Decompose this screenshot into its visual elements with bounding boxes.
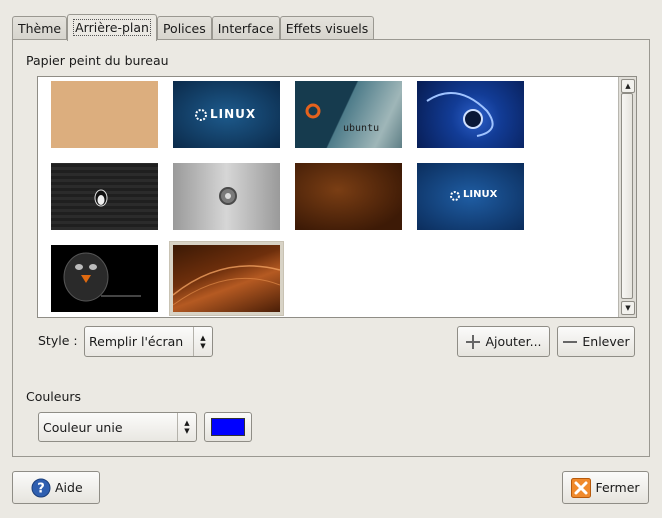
- help-button-label: Aide: [55, 480, 83, 495]
- dark-tux-icon: [63, 252, 141, 302]
- colors-section-label: Couleurs: [26, 389, 82, 404]
- color-picker-button[interactable]: [204, 412, 252, 442]
- swirl-lines-icon: [173, 265, 280, 306]
- style-combo-value: Remplir l'écran: [89, 334, 184, 349]
- tab-bar: Thème Arrière-plan Polices Interface Eff…: [12, 13, 375, 41]
- remove-wallpaper-button[interactable]: Enlever: [557, 326, 635, 357]
- tab-background[interactable]: Arrière-plan: [67, 14, 157, 41]
- style-label: Style :: [38, 333, 78, 348]
- remove-button-label: Enlever: [582, 334, 630, 349]
- tab-interface[interactable]: Interface: [211, 16, 280, 40]
- close-button-label: Fermer: [595, 480, 640, 495]
- add-wallpaper-button[interactable]: Ajouter...: [457, 326, 550, 357]
- tab-fonts[interactable]: Polices: [156, 16, 212, 40]
- abstract-swirl-icon: [426, 92, 494, 137]
- style-combo[interactable]: Remplir l'écran ▲ ▼: [84, 326, 213, 357]
- minus-icon: [563, 340, 578, 343]
- thumbnail-text: ubuntu: [343, 123, 380, 134]
- tab-label: Polices: [162, 21, 206, 36]
- help-icon: ?: [31, 478, 51, 497]
- plus-icon: [466, 334, 481, 349]
- ubuntu-logo-icon: [305, 103, 321, 119]
- tab-theme[interactable]: Thème: [12, 16, 68, 40]
- tab-visual-effects[interactable]: Effets visuels: [279, 16, 375, 40]
- tab-label: Interface: [217, 21, 274, 36]
- tab-label: Arrière-plan: [73, 19, 151, 36]
- wallpaper-thumbnail[interactable]: ubuntu: [295, 81, 402, 148]
- scrollbar-thumb[interactable]: [621, 93, 633, 299]
- metal-logo-icon: [219, 187, 237, 205]
- thumbnail-text: LINUX: [210, 107, 257, 121]
- close-button[interactable]: Fermer: [562, 471, 649, 504]
- svg-text:?: ?: [37, 481, 45, 496]
- wallpaper-scrollbar[interactable]: ▲ ▼: [618, 77, 636, 317]
- scroll-up-arrow-icon[interactable]: ▲: [621, 79, 635, 93]
- tux-penguin-icon: [94, 189, 108, 207]
- add-button-label: Ajouter...: [485, 334, 542, 349]
- wallpaper-section-label: Papier peint du bureau: [26, 53, 169, 68]
- combo-arrows-icon: ▲ ▼: [193, 327, 212, 356]
- wallpaper-thumbnail[interactable]: [51, 163, 158, 230]
- color-mode-combo[interactable]: Couleur unie ▲ ▼: [38, 412, 197, 442]
- combo-arrows-icon: ▲ ▼: [177, 413, 196, 441]
- color-swatch: [211, 418, 245, 436]
- wallpaper-thumbnail[interactable]: [51, 245, 158, 312]
- close-icon: [571, 477, 592, 498]
- wallpaper-thumbnail[interactable]: [173, 163, 280, 230]
- tab-label: Thème: [18, 21, 62, 36]
- color-mode-value: Couleur unie: [43, 419, 123, 435]
- wallpaper-thumbnail[interactable]: [417, 81, 524, 148]
- wallpaper-thumbnail-selected[interactable]: [170, 242, 283, 315]
- wallpaper-thumbnail[interactable]: [51, 81, 158, 148]
- thumbnail-text: LINUX: [463, 189, 498, 200]
- tab-label: Effets visuels: [285, 21, 369, 36]
- scroll-down-arrow-icon[interactable]: ▼: [621, 301, 635, 315]
- wallpaper-thumbnail[interactable]: [295, 163, 402, 230]
- wallpaper-list: LINUX ubuntu LINUX ▲ ▼: [37, 76, 637, 318]
- help-button[interactable]: ? Aide: [12, 471, 100, 504]
- wallpaper-thumbnail[interactable]: LINUX: [173, 81, 280, 148]
- wallpaper-thumbnail[interactable]: LINUX: [417, 163, 524, 230]
